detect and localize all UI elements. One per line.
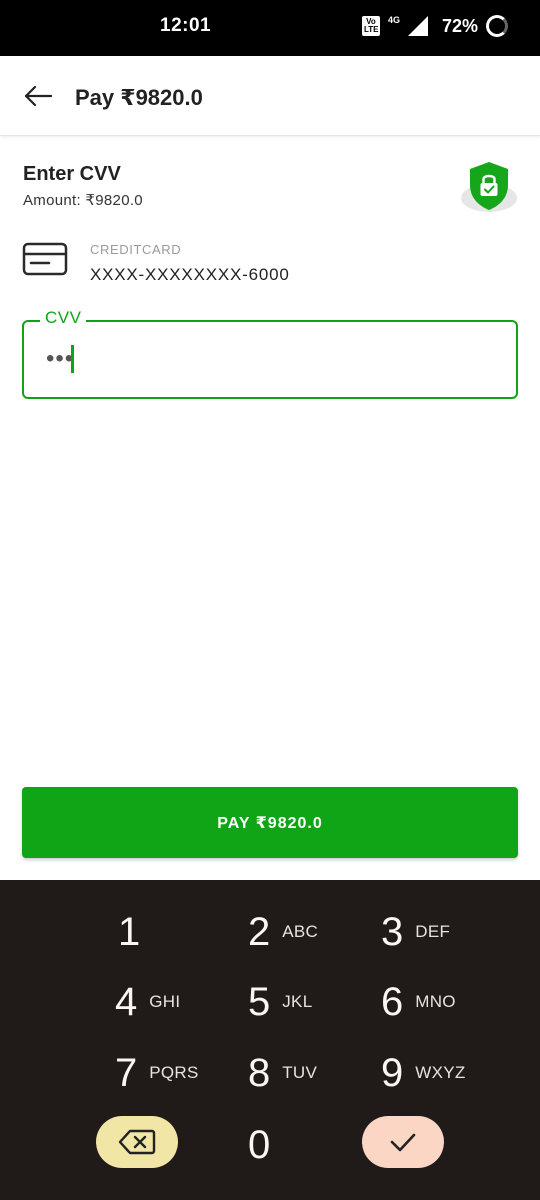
back-button[interactable] — [20, 78, 56, 114]
key-5[interactable]: 5 JKL — [248, 970, 312, 1034]
key-digit: 7 — [115, 1050, 138, 1095]
credit-card-icon — [22, 242, 68, 276]
key-digit: 3 — [381, 909, 404, 954]
key-digit: 4 — [115, 979, 138, 1024]
key-0[interactable]: 0 — [248, 1113, 270, 1177]
key-digit: 5 — [248, 979, 271, 1024]
cvv-field-label: CVV — [40, 308, 87, 328]
key-digit: 0 — [248, 1122, 271, 1167]
key-6[interactable]: 6 MNO — [381, 970, 456, 1034]
cvv-input[interactable]: CVV ••• — [22, 308, 518, 399]
shield-lock-icon — [458, 158, 520, 216]
card-type-label: CREDITCARD — [90, 242, 182, 257]
card-number: XXXX-XXXXXXXX-6000 — [90, 265, 290, 284]
key-letters: GHI — [149, 992, 181, 1011]
key-7[interactable]: 7 PQRS — [115, 1041, 199, 1105]
key-3[interactable]: 3 DEF — [381, 900, 450, 964]
status-time: 12:01 — [160, 15, 212, 36]
key-letters: WXYZ — [415, 1063, 466, 1082]
key-2[interactable]: 2 ABC — [248, 900, 318, 964]
network-type: 4G — [387, 15, 400, 25]
status-bar: 12:01 Vo LTE 4G 72% — [0, 0, 540, 56]
volte-icon: Vo LTE — [361, 16, 380, 36]
key-letters: PQRS — [149, 1063, 199, 1082]
key-1[interactable]: 1 — [118, 900, 140, 964]
backspace-button[interactable] — [96, 1116, 178, 1168]
key-8[interactable]: 8 TUV — [248, 1041, 317, 1105]
done-button[interactable] — [362, 1116, 444, 1168]
battery-icon — [486, 15, 508, 37]
checkmark-icon — [390, 1133, 416, 1152]
app-header: Pay ₹9820.0 — [0, 56, 540, 136]
status-icons: Vo LTE 4G 72% — [361, 15, 508, 37]
text-cursor — [71, 345, 74, 373]
key-letters: MNO — [415, 992, 456, 1011]
amount-text: Amount: ₹9820.0 — [23, 192, 143, 209]
key-letters: TUV — [282, 1063, 318, 1082]
cvv-masked-value: ••• — [46, 345, 75, 372]
key-digit: 1 — [118, 909, 141, 954]
pay-button[interactable]: PAY ₹9820.0 — [22, 787, 518, 858]
key-letters: ABC — [282, 922, 319, 941]
key-9[interactable]: 9 WXYZ — [381, 1041, 466, 1105]
page-title: Pay ₹9820.0 — [75, 85, 203, 110]
arrow-left-icon — [24, 85, 53, 107]
cvv-heading: Enter CVV — [23, 163, 121, 185]
key-letters: JKL — [282, 992, 313, 1011]
key-digit: 6 — [381, 979, 404, 1024]
key-letters: DEF — [415, 922, 451, 941]
battery-percentage: 72% — [441, 15, 478, 36]
key-digit: 9 — [381, 1050, 404, 1095]
backspace-icon — [118, 1129, 156, 1155]
key-4[interactable]: 4 GHI — [115, 970, 180, 1034]
signal-icon — [407, 16, 428, 36]
numeric-keypad: 1 2 ABC 3 DEF 4 GHI 5 JKL 6 MNO 7 PQRS 8… — [0, 880, 540, 1200]
key-digit: 8 — [248, 1050, 271, 1095]
key-digit: 2 — [248, 909, 271, 954]
